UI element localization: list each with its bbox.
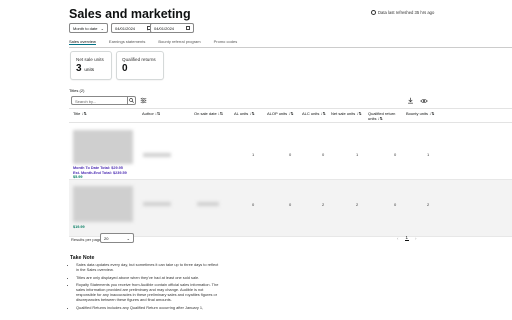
search-input[interactable]: Search by...	[71, 96, 127, 105]
next-page-button[interactable]: ›	[415, 236, 417, 241]
table-row: $19.99 0 0 2 2 0 2	[69, 180, 512, 237]
book-cover-blurred	[73, 186, 133, 222]
column-header-qualified-return-units[interactable]: Qualified return units ↓⇅	[368, 111, 398, 121]
calendar-icon[interactable]	[186, 26, 190, 30]
end-date-value: 04/01/2024	[154, 25, 175, 31]
column-header-alc-units[interactable]: ALC units ↓⇅	[302, 111, 326, 117]
table-row: Month To Date Total: $29.95 Est. Month-E…	[69, 123, 512, 180]
refresh-status: Data last refreshed 35 hrs ago	[371, 10, 434, 15]
download-icon[interactable]	[407, 97, 414, 104]
al-units: 1	[252, 152, 255, 157]
price: $19.99	[73, 225, 85, 229]
pagination: ‹ 1 ›	[397, 235, 417, 241]
info-icon	[371, 10, 376, 15]
book-cover-blurred	[73, 130, 133, 164]
price: $5.99	[73, 175, 83, 179]
card-label: Net sale units	[76, 57, 104, 62]
take-note-title: Take Note	[70, 255, 95, 261]
results-per-page-select[interactable]: 20 ⌄	[100, 233, 134, 243]
tab-earnings-statements[interactable]: Earnings statements	[109, 37, 145, 45]
card-unit: units	[84, 67, 95, 72]
al-units: 0	[252, 202, 255, 207]
search-bar: Search by...	[71, 96, 136, 105]
note-item: Sales data updates every day, but someti…	[76, 262, 221, 272]
column-header-bounty-units[interactable]: Bounty units ↓⇅	[406, 111, 434, 117]
page-title: Sales and marketing	[69, 7, 191, 21]
prev-page-button[interactable]: ‹	[397, 236, 399, 241]
end-date-field[interactable]: 04/01/2024	[150, 23, 194, 33]
bounty-units: 2	[427, 202, 430, 207]
period-select[interactable]: Month to date ⌄	[69, 23, 108, 33]
search-button[interactable]	[127, 96, 136, 105]
card-label: Qualified returns	[122, 57, 156, 62]
search-icon	[129, 98, 134, 103]
mtd-total: Month To Date Total: $29.95	[73, 166, 123, 170]
take-note-list: Sales data updates every day, but someti…	[69, 262, 221, 312]
period-value: Month to date	[73, 25, 98, 31]
column-header-net-sale-units[interactable]: Net sale units ↓⇅	[331, 111, 362, 117]
card-value: 0	[122, 63, 128, 74]
results-per-page-label: Results per page	[71, 237, 102, 242]
start-date-value: 04/01/2024	[115, 25, 136, 31]
alop-units: 0	[289, 152, 292, 157]
note-item: Royalty Statements you receive from Audi…	[76, 282, 221, 302]
card-value: 3 units	[76, 64, 106, 75]
eye-icon[interactable]	[420, 98, 428, 104]
card-value-number: 3	[76, 63, 82, 74]
qualified-return-units: 0	[394, 152, 397, 157]
titles-count: Titles (2)	[69, 88, 85, 93]
alc-units: 2	[322, 202, 325, 207]
column-header-on-sale-date[interactable]: On sale date ↓⇅	[194, 111, 223, 117]
start-date-field[interactable]: 04/01/2024	[111, 23, 155, 33]
author-blurred	[143, 202, 171, 206]
net-sale-units: 2	[356, 202, 359, 207]
chevron-down-icon: ⌄	[126, 235, 130, 241]
qualified-returns-card: Qualified returns 0	[116, 51, 164, 80]
net-sale-units-card: Net sale units 3 units	[70, 51, 112, 80]
current-page[interactable]: 1	[404, 235, 410, 241]
alop-units: 0	[289, 202, 292, 207]
filter-icon[interactable]	[140, 97, 147, 104]
tab-bar: Sales overview Earnings statements Bount…	[69, 37, 512, 48]
note-item: Qualified Returns includes any Qualified…	[76, 305, 221, 310]
titles-table: Title ↓⇅ Author ↓⇅ On sale date ↓⇅ AL un…	[69, 108, 512, 237]
date-separator: -	[147, 27, 149, 32]
tab-sales-overview[interactable]: Sales overview	[69, 37, 96, 45]
refresh-text: Data last refreshed 35 hrs ago	[378, 10, 435, 15]
on-sale-date-blurred	[197, 202, 219, 206]
author-blurred	[143, 153, 171, 157]
tab-bounty-referral-program[interactable]: Bounty referral program	[158, 37, 200, 45]
table-header: Title ↓⇅ Author ↓⇅ On sale date ↓⇅ AL un…	[69, 108, 512, 123]
column-header-alop-units[interactable]: ALOP units ↓⇅	[267, 111, 294, 117]
qualified-return-units: 0	[394, 202, 397, 207]
note-item: Titles are only displayed above when the…	[76, 275, 221, 280]
results-per-page-value: 20	[104, 235, 109, 241]
column-header-author[interactable]: Author ↓⇅	[142, 111, 160, 117]
bounty-units: 1	[427, 152, 430, 157]
eom-total: Est. Month-End Total: $239.59	[73, 170, 127, 175]
column-header-title[interactable]: Title ↓⇅	[73, 111, 87, 117]
tab-promo-codes[interactable]: Promo codes	[214, 37, 238, 45]
column-header-al-units[interactable]: AL units ↓⇅	[234, 111, 255, 117]
chevron-down-icon: ⌄	[100, 25, 104, 31]
alc-units: 0	[322, 152, 325, 157]
net-sale-units: 1	[356, 152, 359, 157]
